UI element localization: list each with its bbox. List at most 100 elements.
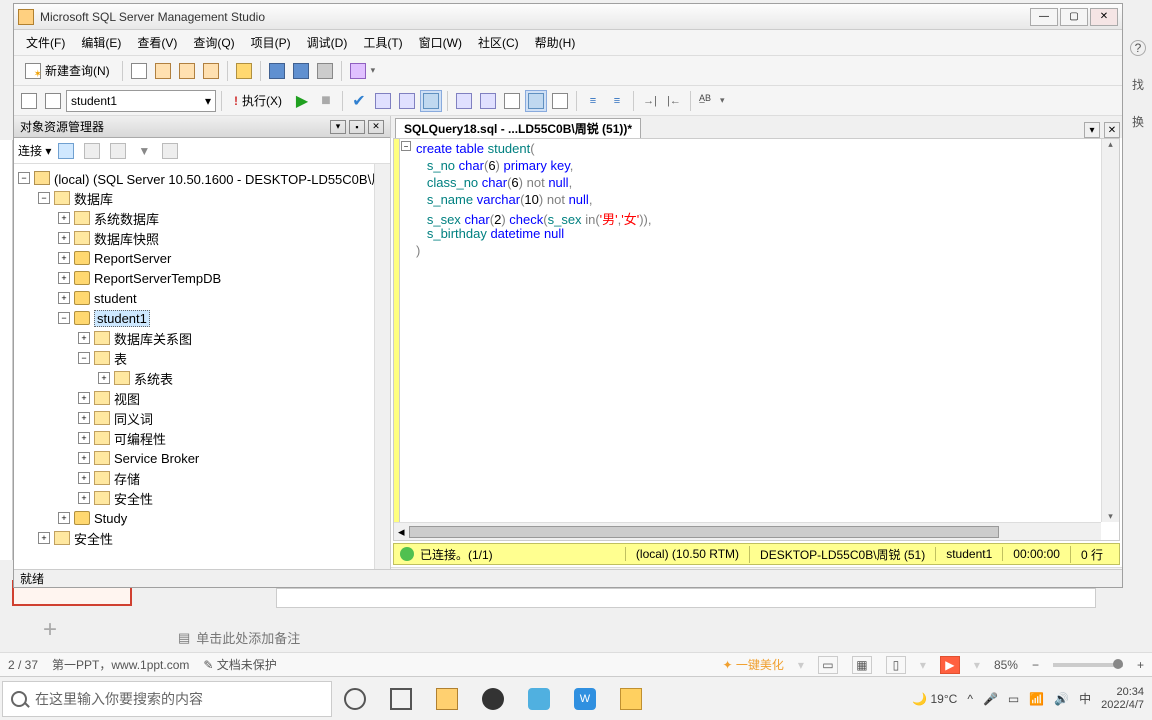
menu-debug[interactable]: 调试(D) [299, 30, 356, 55]
results-grid-button[interactable] [525, 90, 547, 112]
ppt-beautify-button[interactable]: ✦ 一键美化 [722, 656, 783, 673]
specify-values-button[interactable]: A̲B [696, 90, 718, 112]
toolbar-btn-4[interactable] [200, 60, 222, 82]
object-explorer-tree[interactable]: −(local) (SQL Server 10.50.1600 - DESKTO… [14, 164, 390, 587]
results-text-button[interactable] [501, 90, 523, 112]
tab-close-button[interactable]: ✕ [1104, 122, 1120, 138]
editor-vertical-scrollbar[interactable]: ▴▾ [1101, 139, 1119, 522]
object-explorer-title[interactable]: 对象资源管理器 ▾ ▪ ✕ [14, 116, 390, 138]
tray-mic-icon[interactable]: 🎤 [983, 692, 998, 706]
taskbar-app-obs[interactable] [470, 679, 516, 719]
tree-security-node[interactable]: +安全性 [14, 528, 390, 548]
help-icon[interactable]: ? [1130, 40, 1146, 56]
tree-tables-node[interactable]: −表 [14, 348, 390, 368]
tree-reportserver-node[interactable]: +ReportServer [14, 248, 390, 268]
toolbar-btn-1[interactable] [128, 60, 150, 82]
ppt-view-reading[interactable]: ▯ [886, 656, 906, 674]
tray-battery-icon[interactable]: ▭ [1008, 692, 1019, 706]
tray-expand[interactable]: ^ [967, 692, 973, 706]
new-query-button[interactable]: ✶ 新建查询(N) [18, 59, 117, 82]
connect-dropdown[interactable]: 连接 ▾ [18, 142, 51, 159]
close-button[interactable]: ✕ [1090, 8, 1118, 26]
database-dropdown[interactable]: student1 ▾ [66, 90, 216, 112]
menu-community[interactable]: 社区(C) [470, 30, 527, 55]
query-options-button[interactable] [396, 90, 418, 112]
tree-databases-node[interactable]: −数据库 [14, 188, 390, 208]
connect-button[interactable] [18, 90, 40, 112]
ppt-notes-placeholder[interactable]: ▤ 单击此处添加备注 [178, 628, 300, 647]
oe-btn3[interactable] [107, 140, 129, 162]
taskbar-app-ssms[interactable] [424, 679, 470, 719]
panel-close-button[interactable]: ✕ [368, 120, 384, 134]
tray-clock[interactable]: 20:34 2022/4/7 [1101, 686, 1144, 710]
toolbar-btn-3[interactable] [176, 60, 198, 82]
toolbar-activity[interactable] [347, 60, 369, 82]
toolbar-open[interactable] [233, 60, 255, 82]
taskbar-search[interactable]: 在这里输入你要搜索的内容 [2, 681, 332, 717]
comment-button[interactable]: ≡ [582, 90, 604, 112]
intellisense-button[interactable] [420, 90, 442, 112]
tree-study-node[interactable]: +Study [14, 508, 390, 528]
ppt-slideshow-button[interactable]: ▶ [940, 656, 960, 674]
parse-button[interactable]: ✔ [348, 90, 370, 112]
replace-shortcut[interactable]: 换 [1132, 113, 1144, 130]
tree-programmability-node[interactable]: +可编程性 [14, 428, 390, 448]
tree-student1-node[interactable]: −student1 [14, 308, 390, 328]
tray-ime[interactable]: 中 [1079, 690, 1091, 707]
oe-btn2[interactable] [81, 140, 103, 162]
panel-dropdown-button[interactable]: ▾ [330, 120, 346, 134]
menu-window[interactable]: 窗口(W) [411, 30, 470, 55]
tree-storage-node[interactable]: +存储 [14, 468, 390, 488]
oe-filter-button[interactable]: ▼ [133, 140, 155, 162]
find-shortcut[interactable]: 找 [1132, 76, 1144, 93]
tree-sysdb-node[interactable]: +系统数据库 [14, 208, 390, 228]
tree-servicebroker-node[interactable]: +Service Broker [14, 448, 390, 468]
taskbar-app-edge[interactable] [516, 679, 562, 719]
fold-toggle[interactable]: − [401, 141, 411, 151]
tree-synonyms-node[interactable]: +同义词 [14, 408, 390, 428]
tree-security-db-node[interactable]: +安全性 [14, 488, 390, 508]
stop-button[interactable]: ■ [315, 90, 337, 112]
menu-tools[interactable]: 工具(T) [355, 30, 410, 55]
tray-wifi-icon[interactable]: 📶 [1029, 692, 1044, 706]
ppt-view-sorter[interactable]: ▦ [852, 656, 872, 674]
tab-list-dropdown[interactable]: ▾ [1084, 122, 1100, 138]
menu-help[interactable]: 帮助(H) [527, 30, 584, 55]
include-stats-button[interactable] [477, 90, 499, 112]
maximize-button[interactable]: ▢ [1060, 8, 1088, 26]
tree-reportservertmp-node[interactable]: +ReportServerTempDB [14, 268, 390, 288]
ppt-zoom-out[interactable]: − [1032, 658, 1039, 672]
tray-volume-icon[interactable]: 🔊 [1054, 692, 1069, 706]
include-plan-button[interactable] [453, 90, 475, 112]
weather-widget[interactable]: 🌙 19°C [912, 692, 957, 706]
estimated-plan-button[interactable] [372, 90, 394, 112]
uncomment-button[interactable]: ≡ [606, 90, 628, 112]
ppt-view-normal[interactable]: ▭ [818, 656, 838, 674]
disconnect-button[interactable] [42, 90, 64, 112]
editor-tab[interactable]: SQLQuery18.sql - ...LD55C0B\周锐 (51))* [395, 118, 641, 138]
menu-project[interactable]: 项目(P) [243, 30, 299, 55]
sql-editor[interactable]: − create table student( s_no char(6) pri… [393, 138, 1120, 541]
indent-button[interactable]: →| [639, 90, 661, 112]
ppt-zoom-slider[interactable] [1053, 663, 1123, 667]
tree-student-node[interactable]: +student [14, 288, 390, 308]
execute-button[interactable]: ! 执行(X) [227, 89, 289, 112]
sql-code-content[interactable]: create table student( s_no char(6) prima… [416, 141, 1099, 260]
results-file-button[interactable] [549, 90, 571, 112]
outdent-button[interactable]: |← [663, 90, 685, 112]
toolbar-save[interactable] [266, 60, 288, 82]
menu-edit[interactable]: 编辑(E) [73, 30, 129, 55]
toolbar-btn-2[interactable] [152, 60, 174, 82]
tree-dbdiagram-node[interactable]: +数据库关系图 [14, 328, 390, 348]
taskbar-cortana[interactable] [332, 679, 378, 719]
toolbar-saveall[interactable] [290, 60, 312, 82]
tree-views-node[interactable]: +视图 [14, 388, 390, 408]
editor-horizontal-scrollbar[interactable]: ◂ [394, 522, 1101, 540]
taskbar-app-wps[interactable]: W [562, 679, 608, 719]
oe-btn5[interactable] [159, 140, 181, 162]
ppt-zoom-in[interactable]: + [1137, 658, 1144, 672]
window-titlebar[interactable]: Microsoft SQL Server Management Studio —… [14, 4, 1122, 30]
toolbar-print[interactable] [314, 60, 336, 82]
ppt-add-slide-button[interactable]: + [34, 614, 66, 646]
tree-snapshot-node[interactable]: +数据库快照 [14, 228, 390, 248]
